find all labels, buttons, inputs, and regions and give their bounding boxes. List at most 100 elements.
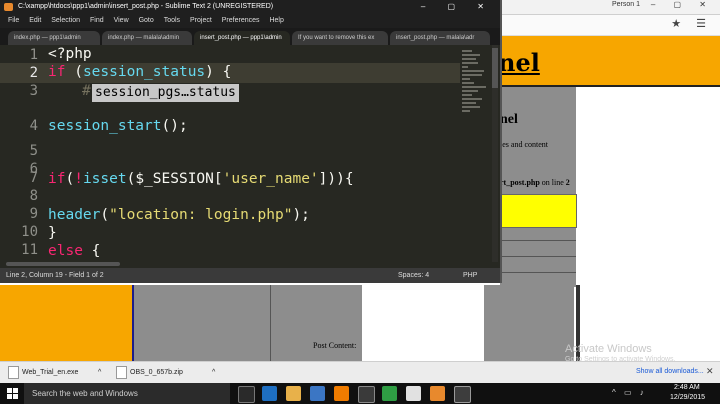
line-number: 7 [29,170,38,186]
download-item[interactable]: Web_Trial_en.exe [22,364,78,382]
obs-icon[interactable] [454,386,471,403]
taskbar: Search the web and Windows ^ ▭ ♪ 2:48 AM… [0,383,720,404]
file-explorer-icon[interactable] [286,386,301,401]
app-icon[interactable] [358,386,375,403]
tab-insert-post-ppp1[interactable]: insert_post.php — ppp1\admin [194,31,290,45]
code-line-3[interactable]: # [82,83,91,99]
file-icon [8,366,19,379]
code-punct: ( [100,207,110,223]
chrome-icon[interactable] [406,386,421,401]
vertical-scroll-thumb[interactable] [492,48,498,88]
keyword: if [48,171,66,187]
autocomplete-snippet[interactable]: session_pgs…status [92,84,239,102]
minimap[interactable] [462,48,490,158]
task-view-icon[interactable] [238,386,255,403]
download-options-chevron-icon[interactable]: ^ [212,364,215,382]
editor-tab-bar: index.php — ppp1\admin index.php — malal… [0,28,500,45]
code-line-4[interactable]: session_start(); [48,118,188,134]
system-tray-icons[interactable]: ^ ▭ ♪ [612,388,647,397]
menu-selection[interactable]: Selection [51,17,80,24]
syntax-selector[interactable]: PHP [463,268,477,283]
sidebar-panel [0,285,134,361]
bookmark-menu-icons[interactable]: ★ ☰ [671,17,712,30]
vlc-icon[interactable] [334,386,349,401]
php-notice-on-line: on line [541,178,564,187]
horizontal-scrollbar[interactable] [6,262,120,266]
menu-project[interactable]: Project [190,17,212,24]
function-name: isset [82,171,127,187]
clock-time[interactable]: 2:48 AM [674,384,700,391]
clock-date[interactable]: 12/29/2015 [670,394,705,401]
keyword: if [48,64,66,80]
editor-statusbar: Line 2, Column 19 - Field 1 of 2 Spaces:… [0,268,500,283]
browser-window-controls[interactable]: – ▢ ✕ [651,0,714,9]
sublime-text-window: C:\xampp\htdocs\ppp1\admin\insert_post.p… [0,0,502,283]
post-content-textarea[interactable] [362,285,484,361]
show-all-downloads-link[interactable]: Show all downloads... [636,368,704,375]
page-title: nel [498,48,540,77]
code-punct: ); [292,207,310,223]
search-placeholder: Search the web and Windows [32,389,138,398]
tab-remove-extension[interactable]: If you want to remove this ex [292,31,388,45]
form-heading-bar [500,194,577,228]
code-punct: ])){ [318,171,354,187]
code-punct: ( [65,171,75,187]
edge-icon[interactable] [262,386,277,401]
editor-menubar: File Edit Selection Find View Goto Tools… [0,14,500,28]
menu-preferences[interactable]: Preferences [222,17,260,24]
profile-button[interactable]: Person 1 [612,1,640,8]
code-line-2[interactable]: if (session_status) { [48,64,231,80]
code-punct: ) { [205,64,232,80]
menu-tools[interactable]: Tools [164,17,180,24]
code-punct: { [82,243,101,259]
function-name: session_status [82,64,206,80]
close-icon[interactable]: ✕ [706,366,714,377]
windows-start-icon[interactable] [7,388,18,399]
browser-toolbar: ★ ☰ [500,15,720,36]
line-number: 1 [29,47,38,63]
menu-file[interactable]: File [8,17,19,24]
operator: ! [74,171,83,187]
page-margin [576,87,720,287]
menu-help[interactable]: Help [269,17,283,24]
line-number: 11 [21,242,38,258]
string-literal: 'user_name' [222,171,319,187]
taskbar-search-box[interactable]: Search the web and Windows [24,383,230,404]
tab-index-malala[interactable]: index.php — malala\admin [102,31,192,45]
code-punct: ( [65,64,83,80]
line-number: 9 [29,206,38,222]
line-number: 3 [29,83,38,99]
form-row-divider [500,256,576,257]
tab-index-ppp1[interactable]: index.php — ppp1\admin [8,31,100,45]
menu-edit[interactable]: Edit [29,17,41,24]
code-line-9[interactable]: header("location: login.php"); [48,207,310,223]
code-punct: ($_SESSION[ [126,171,223,187]
media-app-icon[interactable] [382,386,397,401]
tab-insert-post-malala[interactable]: insert_post.php — malala\adr [390,31,490,45]
php-notice-file: rt_post.php [500,178,540,187]
function-name: header [48,207,101,223]
menu-find[interactable]: Find [90,17,104,24]
keyword: else [48,243,83,259]
line-number: 10 [21,224,38,240]
menu-view[interactable]: View [114,17,129,24]
line-number: 5 [29,143,38,159]
zip-file-icon [116,366,127,379]
download-item[interactable]: OBS_0_657b.zip [130,364,183,382]
menu-goto[interactable]: Goto [139,17,154,24]
page-subtitle: nel [500,112,518,127]
indentation-setting[interactable]: Spaces: 4 [398,268,429,283]
post-content-label: Post Content: [313,341,357,350]
code-line-10[interactable]: } [48,225,57,241]
downloads-bar: Web_Trial_en.exe ^ OBS_0_657b.zip ^ Show… [0,361,720,384]
code-line-11[interactable]: else { [48,243,100,259]
code-line-1[interactable]: <?php [48,46,92,62]
store-icon[interactable] [310,386,325,401]
code-line-7[interactable]: if(!isset($_SESSION['user_name'])){ [48,171,354,187]
editor-window-controls[interactable]: – ▢ ✕ [421,0,494,14]
download-options-chevron-icon[interactable]: ^ [98,364,101,382]
function-name: session_start [48,118,162,134]
form-row-divider [500,240,576,241]
line-number: 2 [29,65,38,81]
sublime-taskbar-icon[interactable] [430,386,445,401]
